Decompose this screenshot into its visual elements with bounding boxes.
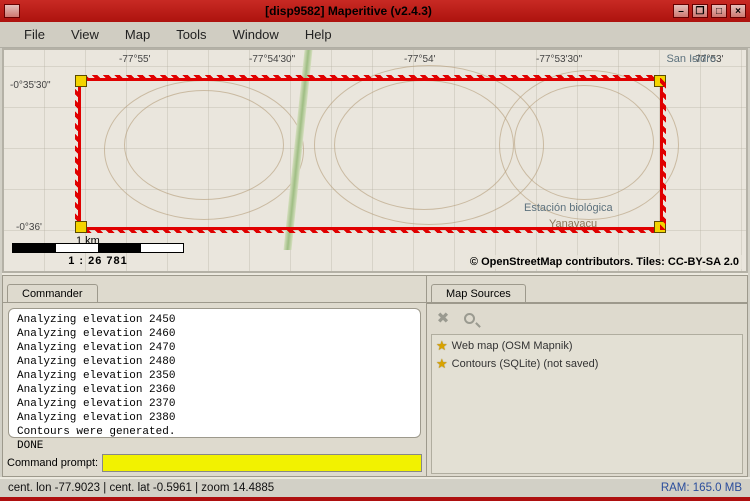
log-line: Analyzing elevation 2370 — [17, 397, 412, 411]
tab-commander[interactable]: Commander — [7, 284, 98, 303]
menu-tools[interactable]: Tools — [166, 23, 216, 46]
window-system-menu-button[interactable] — [4, 4, 20, 18]
list-item[interactable]: ★ Contours (SQLite) (not saved) — [436, 355, 738, 373]
selection-edge — [75, 75, 666, 81]
star-icon: ★ — [436, 356, 448, 372]
lon-tick-label: -77°55' — [119, 54, 150, 65]
scalebar-ratio: 1 : 26 781 — [12, 255, 184, 267]
selection-handle-nw[interactable] — [75, 75, 87, 87]
log-line: Analyzing elevation 2380 — [17, 411, 412, 425]
source-item-label: Web map (OSM Mapnik) — [452, 340, 573, 352]
minimize-button[interactable]: – — [673, 4, 689, 18]
statusbar-center-info: cent. lon -77.9023 | cent. lat -0.5961 |… — [8, 482, 274, 494]
selection-handle-ne[interactable] — [654, 75, 666, 87]
lat-tick-label: -0°36' — [16, 222, 42, 233]
selection-handle-sw[interactable] — [75, 221, 87, 233]
menu-help[interactable]: Help — [295, 23, 342, 46]
tab-map-sources[interactable]: Map Sources — [431, 284, 526, 303]
search-source-icon[interactable] — [459, 308, 479, 328]
statusbar-ram: RAM: 165.0 MB — [661, 482, 742, 494]
log-line: Analyzing elevation 2470 — [17, 341, 412, 355]
map-viewport[interactable]: -77°55' -77°54'30" -77°54' -77°53'30" -7… — [2, 48, 748, 273]
menu-view[interactable]: View — [61, 23, 109, 46]
log-line: Analyzing elevation 2450 — [17, 313, 412, 327]
window-titlebar: [disp9582] Maperitive (v2.4.3) – ❐ □ × — [0, 0, 750, 22]
log-line: Analyzing elevation 2360 — [17, 383, 412, 397]
lon-tick-label: -77°54' — [404, 54, 435, 65]
log-line: Contours were generated. — [17, 425, 412, 439]
menu-file[interactable]: File — [14, 23, 55, 46]
statusbar: cent. lon -77.9023 | cent. lat -0.5961 |… — [0, 477, 750, 497]
scalebar-graphic — [12, 243, 184, 253]
source-item-label: Contours (SQLite) (not saved) — [452, 358, 599, 370]
lon-tick-label: -77°53'30" — [536, 54, 582, 65]
map-selection-rect[interactable] — [78, 78, 663, 230]
commander-panel: Commander Analyzing elevation 2450 Analy… — [2, 275, 427, 477]
commander-log[interactable]: Analyzing elevation 2450 Analyzing eleva… — [8, 308, 421, 438]
maximize-button[interactable]: □ — [711, 4, 727, 18]
selection-handle-se[interactable] — [654, 221, 666, 233]
remove-source-icon[interactable]: ✖ — [433, 308, 453, 328]
log-line: Analyzing elevation 2460 — [17, 327, 412, 341]
menu-map[interactable]: Map — [115, 23, 160, 46]
menubar: File View Map Tools Window Help — [0, 22, 750, 48]
scalebar: 1 : 26 781 — [12, 243, 184, 267]
map-sources-panel: Map Sources ✖ ★ Web map (OSM Mapnik) ★ C… — [427, 275, 748, 477]
place-label-san-isidro: San Isidro — [666, 53, 716, 65]
lower-panel-container: Commander Analyzing elevation 2450 Analy… — [2, 273, 748, 477]
selection-edge — [75, 227, 666, 233]
restore-button[interactable]: ❐ — [692, 4, 708, 18]
command-prompt-label: Command prompt: — [7, 457, 98, 469]
list-item[interactable]: ★ Web map (OSM Mapnik) — [436, 337, 738, 355]
star-icon: ★ — [436, 338, 448, 354]
log-line: Analyzing elevation 2350 — [17, 369, 412, 383]
map-sources-list[interactable]: ★ Web map (OSM Mapnik) ★ Contours (SQLit… — [431, 334, 743, 474]
lon-tick-label: -77°54'30" — [249, 54, 295, 65]
window-title: [disp9582] Maperitive (v2.4.3) — [24, 4, 673, 18]
lat-tick-label: -0°35'30" — [10, 80, 51, 91]
command-prompt-input[interactable] — [102, 454, 422, 472]
close-button[interactable]: × — [730, 4, 746, 18]
menu-window[interactable]: Window — [223, 23, 289, 46]
map-copyright: © OpenStreetMap contributors. Tiles: CC-… — [467, 255, 742, 269]
log-line: Analyzing elevation 2480 — [17, 355, 412, 369]
